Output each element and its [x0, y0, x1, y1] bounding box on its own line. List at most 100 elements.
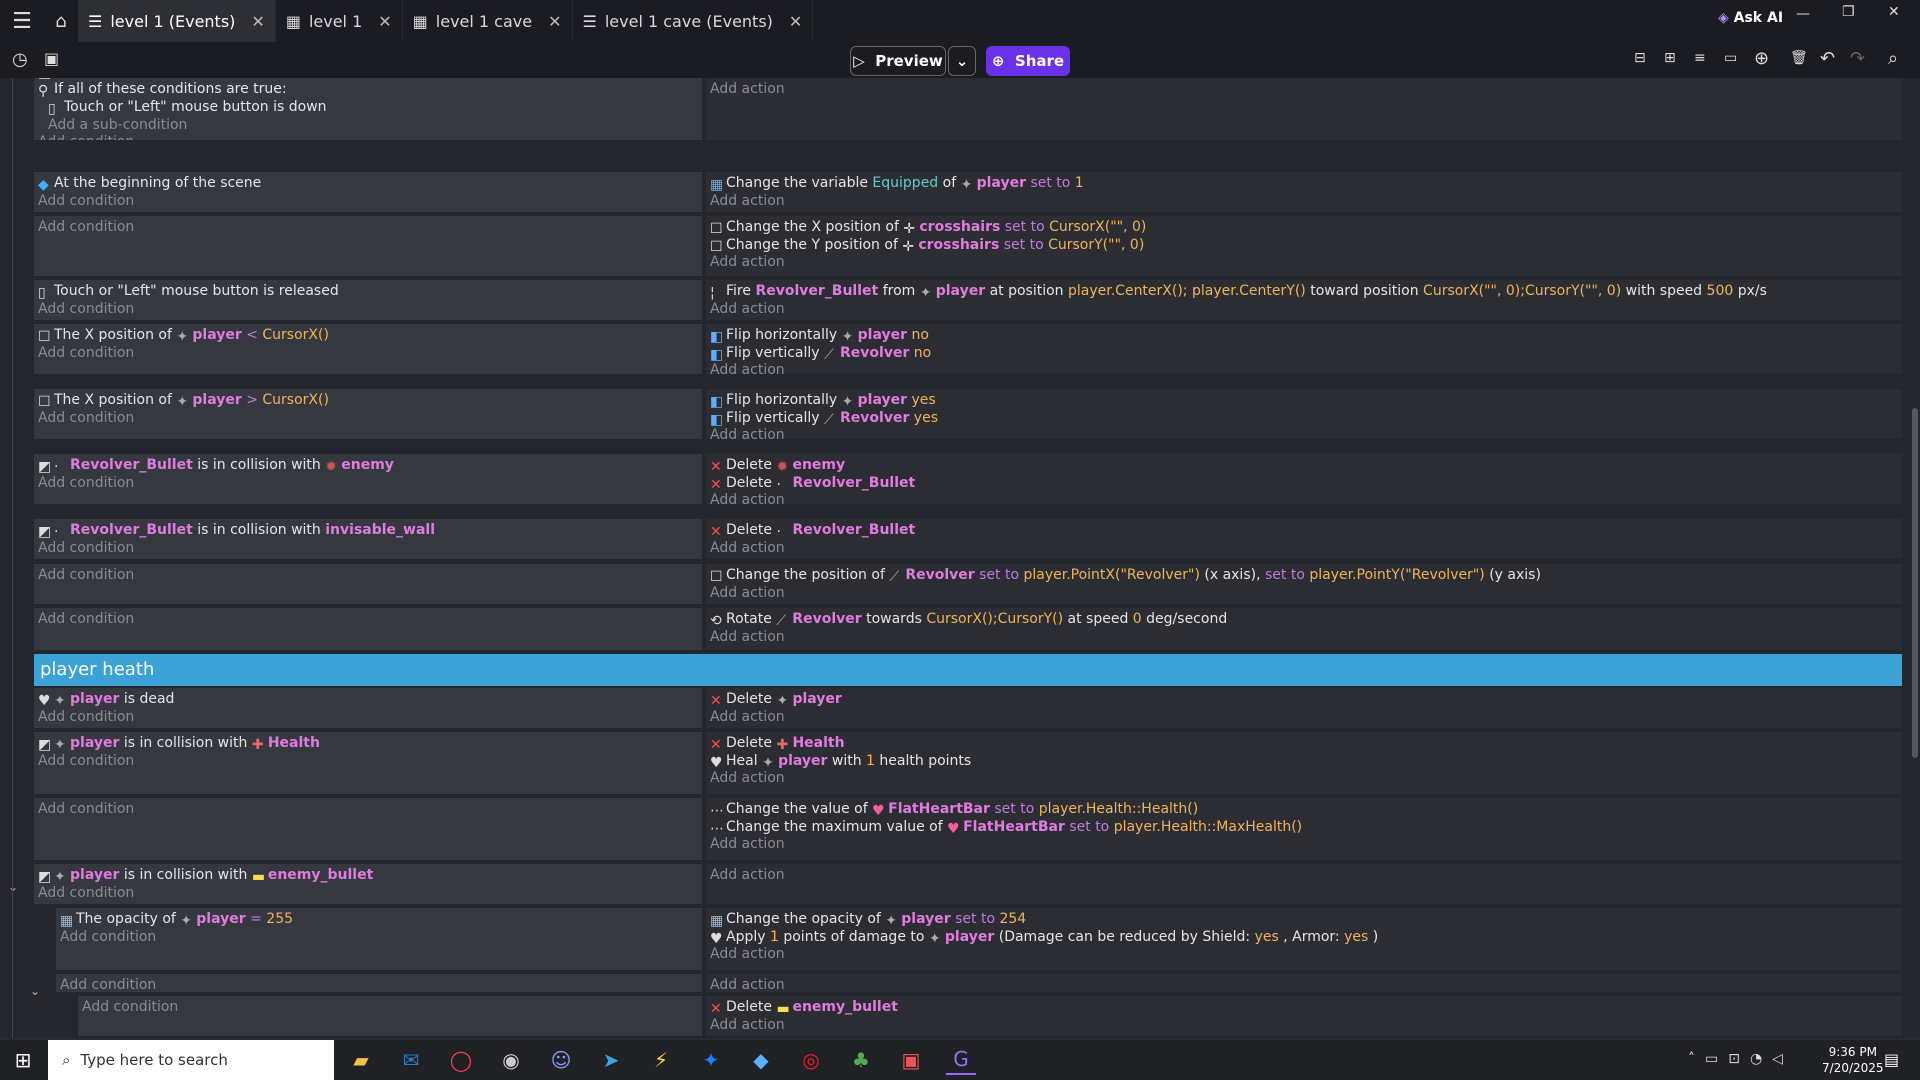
gdevelop-icon[interactable]: G	[946, 1045, 976, 1075]
action-line[interactable]: Add action	[710, 584, 785, 602]
app-icon[interactable]: ♣	[846, 1045, 876, 1075]
action-panel[interactable]: ⋯ Change the value of ♥ FlatHeartBar set t…	[706, 798, 1902, 860]
file-explorer-icon[interactable]: ▰	[346, 1045, 376, 1075]
event-row[interactable]: ▯ Touch or "Left" mouse button is release…	[34, 280, 1902, 320]
event-row[interactable]: ▦ The opacity of ✦ player = 255 Add condit…	[34, 908, 1902, 970]
action-line[interactable]: Add action	[710, 835, 785, 853]
search-icon[interactable]: ⌕	[1888, 48, 1898, 69]
action-line[interactable]: ◧ Flip vertically ⟋ Revolver no	[710, 344, 931, 363]
condition-line[interactable]: Add condition	[38, 884, 134, 902]
condition-line[interactable]: ▦ The opacity of ✦ player = 255	[60, 910, 293, 929]
action-line[interactable]: Add action	[710, 192, 785, 210]
condition-line[interactable]: ▯ Touch or "Left" mouse button is release…	[38, 282, 339, 301]
event-row[interactable]: ☐ The X position of ✦ player > CursorX() A…	[34, 389, 1902, 443]
action-panel[interactable]: ¦ Fire Revolver_Bullet from ✦ player at po…	[706, 280, 1902, 320]
condition-line[interactable]: Add condition	[60, 928, 156, 946]
condition-line[interactable]: ◩ · Revolver_Bullet is in collision with i…	[38, 521, 435, 540]
collapse-arrow-icon[interactable]: ⌄	[30, 984, 40, 998]
action-panel[interactable]: ✕ Delete ✚ Health ♥ Heal ✦ player with 1 hea…	[706, 732, 1902, 794]
condition-line[interactable]: Add condition	[38, 300, 134, 318]
action-line[interactable]: ♥ Apply 1 points of damage to ✦ player (Da…	[710, 928, 1378, 947]
condition-line[interactable]: Add condition	[38, 800, 134, 818]
condition-line[interactable]: ◆ At the beginning of the scene	[38, 174, 261, 193]
preview-dropdown-button[interactable]: ⌄	[948, 46, 976, 76]
action-line[interactable]: ✕ Delete ▬ enemy_bullet	[710, 998, 898, 1017]
event-row[interactable]: ▣The mouse pointer is locked ⚲If all of …	[34, 78, 1902, 140]
taskbar-search-input[interactable]: ⌕ Type here to search	[48, 1040, 334, 1080]
action-panel[interactable]: ✕ Delete ▬ enemy_bullet Add action	[706, 996, 1902, 1036]
action-line[interactable]: ✕ Delete ✚ Health	[710, 734, 845, 753]
condition-panel[interactable]: ▣The mouse pointer is locked ⚲If all of …	[34, 78, 702, 140]
close-window-icon[interactable]: ✕	[1888, 4, 1900, 20]
condition-line[interactable]: Add condition	[38, 752, 134, 770]
action-line[interactable]: Add action	[710, 361, 785, 379]
event-row[interactable]: Add condition Add action	[34, 974, 1902, 993]
home-icon[interactable]: ⌂	[44, 0, 78, 42]
add-icon[interactable]: ⊕	[1754, 48, 1769, 69]
close-icon[interactable]: ✕	[378, 12, 391, 31]
event-row[interactable]: ◩ ✦ player is in collision with ✚ Health Ad…	[34, 732, 1902, 794]
windows-start-icon[interactable]: ⊞	[8, 1045, 38, 1075]
action-line[interactable]: Add action	[710, 628, 785, 646]
action-line[interactable]: Add action	[710, 300, 785, 318]
condition-line[interactable]: ⚲ If all of these conditions are true:	[38, 80, 287, 99]
action-line[interactable]: ⟲ Rotate ⟋ Revolver towards CursorX();Curs…	[710, 610, 1227, 629]
condition-line[interactable]: Add condition	[38, 218, 134, 236]
action-line[interactable]: ☐ Change the position of ⟋ Revolver set to…	[710, 566, 1541, 585]
close-icon[interactable]: ✕	[789, 12, 802, 31]
condition-panel[interactable]: ▦ The opacity of ✦ player = 255 Add condit…	[56, 908, 702, 970]
scrollbar[interactable]	[1910, 78, 1920, 1038]
action-panel[interactable]: Add action	[706, 974, 1902, 993]
action-line[interactable]: Add action	[710, 945, 785, 963]
action-line[interactable]: ☐ Change the X position of ✛ crosshairs se…	[710, 218, 1146, 237]
condition-line[interactable]: Add a sub-condition	[48, 116, 187, 134]
condition-panel[interactable]: Add condition	[34, 798, 702, 860]
action-panel[interactable]: ◧ Flip horizontally ✦ player no ◧ Flip vert…	[706, 324, 1902, 378]
condition-line[interactable]: Add condition	[38, 539, 134, 557]
action-panel[interactable]: ✕ Delete ✹ enemy ✕ Delete · Revolver_Bullet …	[706, 454, 1902, 508]
action-panel[interactable]: ⟲ Rotate ⟋ Revolver towards CursorX();Curs…	[706, 608, 1902, 650]
action-line[interactable]: ✕ Delete ✹ enemy	[710, 456, 845, 475]
action-line[interactable]: ✕ Delete · Revolver_Bullet	[710, 474, 915, 493]
condition-panel[interactable]: Add condition	[34, 564, 702, 604]
condition-line[interactable]: Add condition	[38, 192, 134, 210]
share-button[interactable]: ⊕ Share	[986, 46, 1070, 76]
action-line[interactable]: ◧ Flip vertically ⟋ Revolver yes	[710, 409, 938, 428]
event-row[interactable]: Add condition ☐ Change the X position of …	[34, 216, 1902, 276]
tab-level1-cave[interactable]: ▦ level 1 cave ✕	[403, 0, 573, 42]
collapse-arrow-icon[interactable]: ⌄	[8, 880, 18, 894]
condition-line[interactable]: Add condition	[60, 976, 156, 992]
event-row[interactable]: ☐ The X position of ✦ player < CursorX() A…	[34, 324, 1902, 378]
condition-panel[interactable]: ♥ ✦ player is dead Add condition	[34, 688, 702, 728]
action-panel[interactable]: ✕ Delete · Revolver_Bullet Add action	[706, 519, 1902, 559]
add-comment-icon[interactable]: ▭	[1724, 50, 1737, 66]
scrollbar-thumb[interactable]	[1912, 408, 1918, 758]
clock[interactable]: 9:36 PM 7/20/2025	[1822, 1044, 1884, 1076]
steam-icon[interactable]: ◉	[496, 1045, 526, 1075]
action-panel[interactable]: ☐ Change the position of ⟋ Revolver set to…	[706, 564, 1902, 604]
app-icon[interactable]: ▣	[896, 1045, 926, 1075]
action-panel[interactable]: ⊡Request Pointer Lock Add action	[706, 78, 1902, 140]
condition-line[interactable]: ☐ The X position of ✦ player > CursorX()	[38, 391, 329, 410]
preview-button[interactable]: ▷ Preview	[850, 46, 946, 76]
action-line[interactable]: Add action	[710, 769, 785, 787]
action-panel[interactable]: ▦ Change the variable Equipped of ✦ player…	[706, 172, 1902, 212]
add-event-icon[interactable]: ⊟	[1634, 50, 1646, 66]
action-panel[interactable]: ✕ Delete ✦ player Add action	[706, 688, 1902, 728]
outlook-icon[interactable]: ✉	[396, 1045, 426, 1075]
action-line[interactable]: ¦ Fire Revolver_Bullet from ✦ player at po…	[710, 282, 1767, 301]
action-panel[interactable]: ☐ Change the X position of ✛ crosshairs se…	[706, 216, 1902, 276]
action-panel[interactable]: ◧ Flip horizontally ✦ player yes ◧ Flip ver…	[706, 389, 1902, 443]
event-row[interactable]: Add condition ☐ Change the position of ⟋ R…	[34, 564, 1902, 604]
close-icon[interactable]: ✕	[548, 12, 561, 31]
event-row[interactable]: ◩ · Revolver_Bullet is in collision with i…	[34, 519, 1902, 559]
condition-panel[interactable]: Add condition	[34, 608, 702, 650]
system-tray-icons[interactable]: ˄▭⊡◔◁	[1688, 1051, 1793, 1067]
condition-line[interactable]: ▯ Touch or "Left" mouse button is down	[48, 98, 327, 117]
action-line[interactable]: ✕ Delete ✦ player	[710, 690, 842, 709]
event-group-header[interactable]: player heath	[34, 654, 1902, 686]
action-line[interactable]: ⋯ Change the value of ♥ FlatHeartBar set t…	[710, 800, 1198, 819]
add-group-icon[interactable]: ≡	[1694, 50, 1706, 66]
condition-line[interactable]: ☐ The X position of ✦ player < CursorX()	[38, 326, 329, 345]
action-line[interactable]: Add action	[710, 80, 785, 98]
